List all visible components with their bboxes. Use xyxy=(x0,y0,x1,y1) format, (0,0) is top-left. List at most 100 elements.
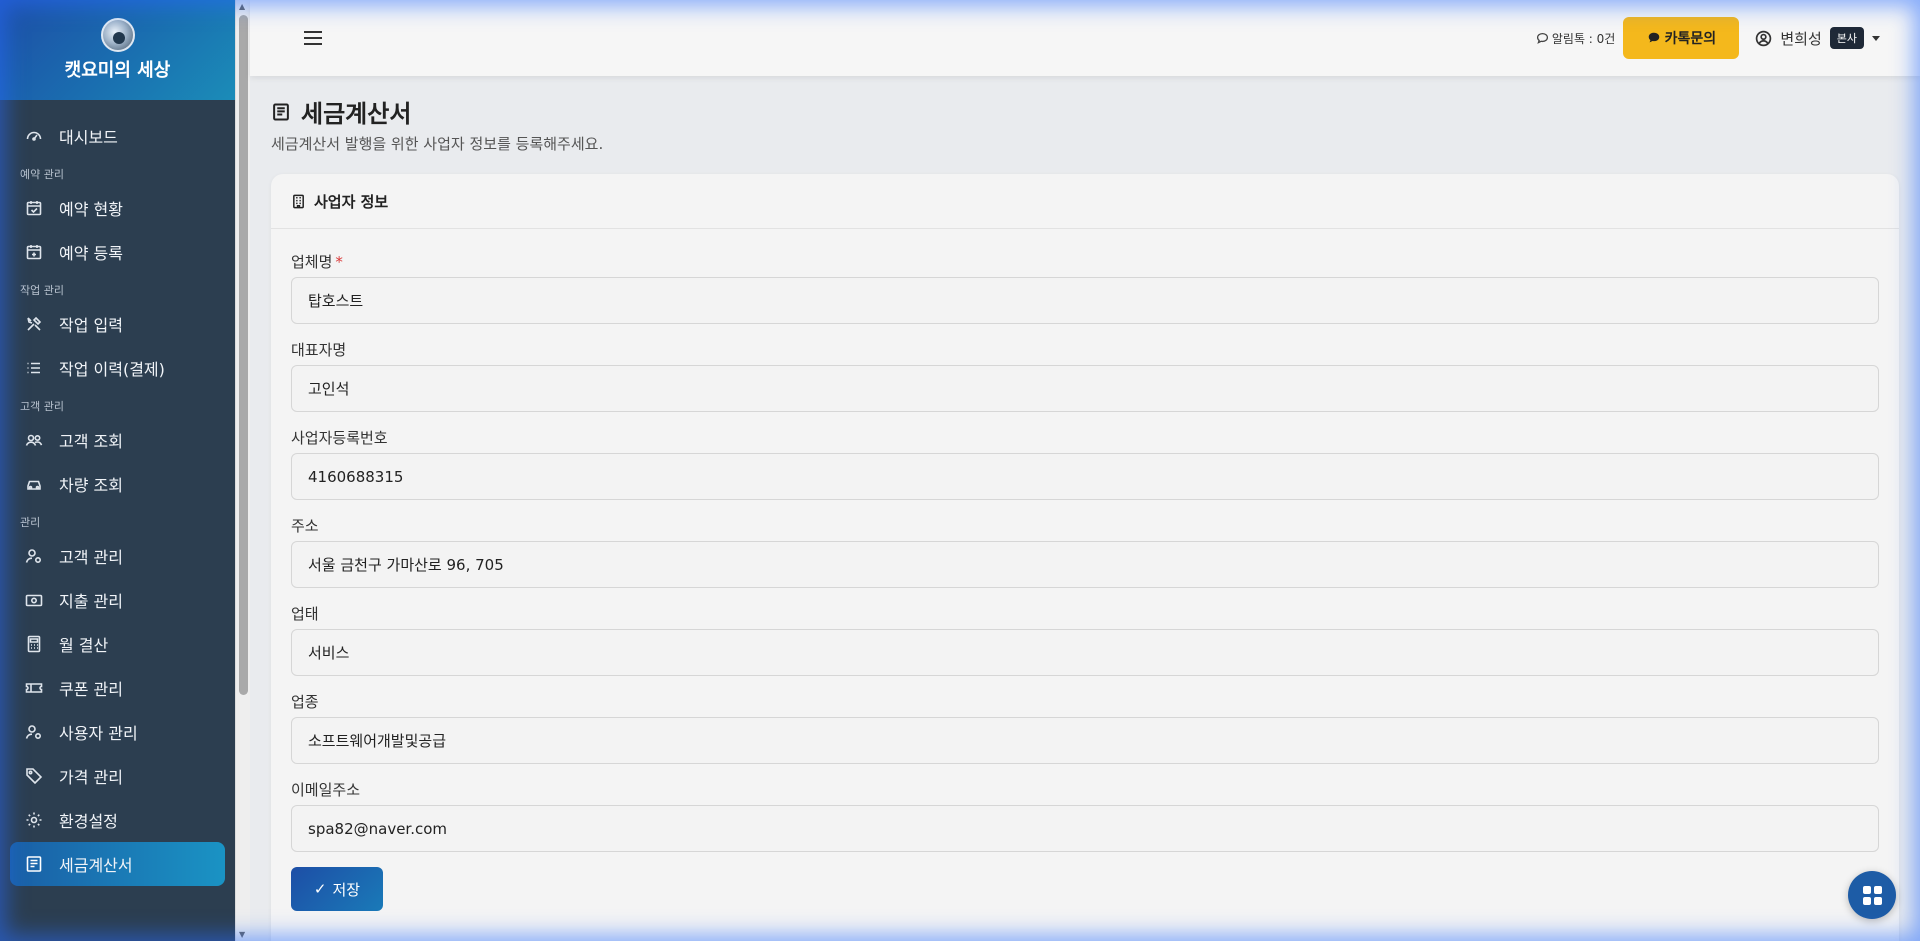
sidebar-item-label: 예약 등록 xyxy=(59,244,123,263)
receipt-icon xyxy=(273,103,289,120)
person-gear-icon xyxy=(24,546,44,566)
sidebar-item[interactable]: 작업 이력(결제) xyxy=(0,346,235,390)
user-name: 변희성 xyxy=(1780,29,1822,48)
sidebar-item[interactable]: 대시보드 xyxy=(0,114,235,158)
tag-icon xyxy=(24,766,44,786)
field-label: 업태 xyxy=(291,603,1879,623)
sidebar-menu: 대시보드예약 관리예약 현황예약 등록작업 관리작업 입력작업 이력(결제) 고객… xyxy=(0,100,235,886)
sidebar-item-label: 지출 관리 xyxy=(59,592,123,611)
field-input[interactable] xyxy=(291,365,1879,412)
field-label: 대표자명 xyxy=(291,339,1879,359)
field-label: 이메일주소 xyxy=(291,779,1879,799)
sidebar-item-label: 환경설정 xyxy=(59,812,118,831)
field-label: 업체명 * xyxy=(291,251,1879,271)
receipt-icon xyxy=(24,854,44,874)
sidebar-item-label: 세금계산서 xyxy=(59,856,133,875)
field-input[interactable] xyxy=(291,629,1879,676)
save-button-label: 저장 xyxy=(332,881,361,899)
sidebar-item[interactable]: 고객 관리 xyxy=(0,534,235,578)
sidebar-item[interactable]: 쿠폰 관리 xyxy=(0,666,235,710)
field-label: 업종 xyxy=(291,691,1879,711)
sidebar-item-label: 예약 현황 xyxy=(59,200,123,219)
field-label-text: 대표자명 xyxy=(291,341,347,359)
sidebar-item-label: 쿠폰 관리 xyxy=(59,680,123,699)
kakao-count: 알림톡 : 0건 xyxy=(1536,30,1615,47)
building-icon xyxy=(293,194,304,208)
calendar-plus-icon xyxy=(24,242,44,262)
sidebar-item[interactable]: 월 결산 xyxy=(0,622,235,666)
field-label-text: 업종 xyxy=(291,693,319,711)
field-label-text: 업태 xyxy=(291,605,319,623)
field-input[interactable] xyxy=(291,805,1879,852)
form-field: 대표자명 xyxy=(291,339,1879,412)
field-label-text: 사업자등록번호 xyxy=(291,429,388,447)
scroll-up-arrow[interactable]: ▲ xyxy=(239,2,245,11)
field-input[interactable] xyxy=(291,453,1879,500)
sidebar-item-label: 월 결산 xyxy=(59,636,109,655)
topbar: 알림톡 : 0건 카톡문의 변희성 본사 xyxy=(250,0,1920,76)
business-info-card: 사업자 정보 업체명* 대표자명사업자등록번호주소업태업종이메일주소 ✓ 저장 xyxy=(271,174,1899,941)
sidebar-scrollbar[interactable]: ▲ ▼ xyxy=(235,0,250,941)
form-field: 이메일주소 xyxy=(291,779,1879,852)
ticket-icon xyxy=(24,678,44,698)
sidebar-item-label: 차량 조회 xyxy=(59,476,123,495)
scroll-down-arrow[interactable]: ▼ xyxy=(239,930,245,939)
sidebar-item[interactable]: 환경설정 xyxy=(0,798,235,842)
sidebar-item[interactable]: 세금계산서 xyxy=(10,842,225,886)
user-badge: 본사 xyxy=(1829,27,1864,49)
sidebar-section-label: 작업 관리 xyxy=(20,284,64,297)
sidebar-item-label: 고객 관리 xyxy=(59,548,123,567)
sidebar-item[interactable]: 예약 등록 xyxy=(0,230,235,274)
sidebar-item[interactable]: 가격 관리 xyxy=(0,754,235,798)
person-gear-icon xyxy=(24,722,44,742)
grid-icon xyxy=(1862,885,1882,905)
cash-icon xyxy=(24,590,44,610)
field-input[interactable] xyxy=(291,717,1879,764)
tools-icon xyxy=(24,314,44,334)
field-input[interactable] xyxy=(291,541,1879,588)
sidebar-item[interactable]: 사용자 관리 xyxy=(0,710,235,754)
sidebar: 캣요미의 세상 대시보드예약 관리예약 현황예약 등록작업 관리작업 입력작업 … xyxy=(0,0,235,941)
kakao-count-text: 알림톡 : 0건 xyxy=(1551,31,1616,46)
user-menu[interactable]: 변희성 본사 xyxy=(1755,27,1880,49)
kakao-inquiry-button[interactable]: 카톡문의 xyxy=(1623,17,1740,59)
calculator-icon xyxy=(24,634,44,654)
save-button[interactable]: ✓ 저장 xyxy=(291,867,383,911)
sidebar-item[interactable]: 고객 조회 xyxy=(0,418,235,462)
check-icon: ✓ xyxy=(313,881,327,898)
list-icon xyxy=(24,358,44,378)
topbar-right: 알림톡 : 0건 카톡문의 변희성 본사 xyxy=(1536,17,1880,59)
brand-avatar xyxy=(100,18,135,52)
page-header: 세금계산서 세금계산서 발행을 위한 사업자 정보를 등록해주세요. xyxy=(271,94,603,154)
kakao-inquiry-label: 카톡문의 xyxy=(1664,31,1717,47)
form-field: 사업자등록번호 xyxy=(291,427,1879,500)
user-circle-icon xyxy=(1756,30,1772,46)
chat-icon xyxy=(1536,32,1548,44)
page-title-text: 세금계산서 xyxy=(301,100,412,128)
sidebar-section-label: 관리 xyxy=(20,516,41,529)
field-input[interactable] xyxy=(291,277,1879,324)
menu-toggle-icon[interactable] xyxy=(304,31,322,45)
sidebar-item-label: 작업 이력(결제) xyxy=(59,360,165,379)
car-icon xyxy=(24,474,44,494)
form-field: 업종 xyxy=(291,691,1879,764)
scroll-thumb[interactable] xyxy=(239,15,248,695)
sidebar-item[interactable]: 지출 관리 xyxy=(0,578,235,622)
field-label-text: 주소 xyxy=(291,517,319,535)
gauge-icon xyxy=(24,126,44,146)
sidebar-item[interactable]: 예약 현황 xyxy=(0,186,235,230)
page-subtitle: 세금계산서 발행을 위한 사업자 정보를 등록해주세요. xyxy=(271,135,604,153)
sidebar-section-label: 예약 관리 xyxy=(20,168,64,181)
apps-grid-button[interactable] xyxy=(1848,871,1896,919)
brand[interactable]: 캣요미의 세상 xyxy=(0,0,235,100)
form-field: 주소 xyxy=(291,515,1879,588)
field-label-text: 이메일주소 xyxy=(291,781,361,799)
chevron-down-icon[interactable] xyxy=(1872,35,1880,41)
people-icon xyxy=(24,430,44,450)
form-field: 업태 xyxy=(291,603,1879,676)
sidebar-item[interactable]: 작업 입력 xyxy=(0,302,235,346)
sidebar-item[interactable]: 차량 조회 xyxy=(0,462,235,506)
sidebar-item-label: 대시보드 xyxy=(59,128,118,147)
field-label-text: 업체명 xyxy=(291,253,333,271)
card-title: 사업자 정보 xyxy=(314,192,389,211)
